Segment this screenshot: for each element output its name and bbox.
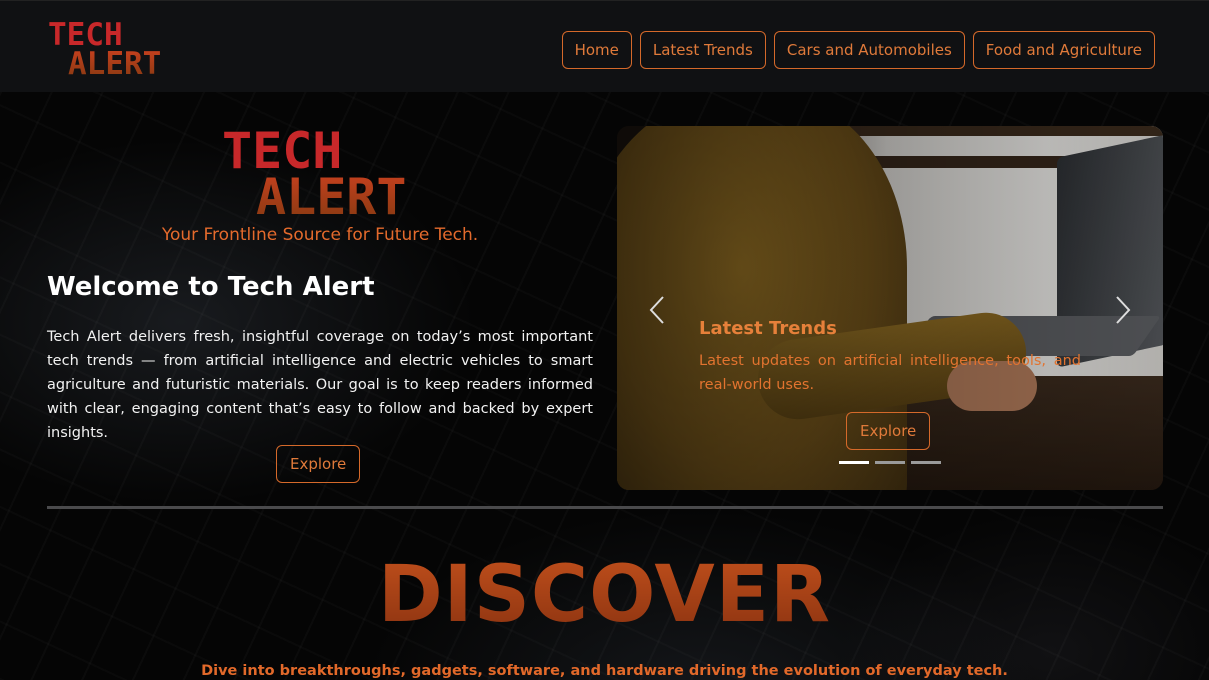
- carousel-indicator-3[interactable]: [911, 461, 941, 464]
- hero-heading: Welcome to Tech Alert: [47, 272, 375, 302]
- hero-logo: TECH ALERT: [222, 126, 407, 226]
- nav-cars-automobiles[interactable]: Cars and Automobiles: [773, 31, 965, 69]
- hero-description: Tech Alert delivers fresh, insightful co…: [47, 329, 593, 441]
- carousel-indicator-1[interactable]: [839, 461, 869, 464]
- discover-subtitle: Dive into breakthroughs, gadgets, softwa…: [201, 663, 1008, 679]
- carousel-prev-icon[interactable]: [642, 290, 672, 330]
- hero-explore-button[interactable]: Explore: [276, 445, 361, 483]
- hero-logo-line2: ALERT: [256, 168, 407, 226]
- carousel-indicators: [839, 461, 941, 464]
- nav-latest-trends[interactable]: Latest Trends: [639, 31, 766, 69]
- section-divider: [47, 506, 1163, 509]
- carousel-next-icon[interactable]: [1108, 290, 1138, 330]
- slide-title: Latest Trends: [699, 318, 837, 339]
- discover-title: DISCOVER: [0, 550, 1209, 640]
- slide-description: Latest updates on artificial intelligenc…: [699, 353, 1081, 393]
- logo-line2: ALERT: [68, 45, 162, 82]
- site-header: TECH ALERT Home Latest Trends Cars and A…: [0, 0, 1209, 92]
- main-nav: Home Latest Trends Cars and Automobiles …: [561, 31, 1155, 69]
- carousel-indicator-2[interactable]: [875, 461, 905, 464]
- slide-explore-button[interactable]: Explore: [846, 412, 931, 450]
- nav-home[interactable]: Home: [561, 31, 632, 69]
- trends-carousel: Latest Trends Latest updates on artifici…: [617, 126, 1163, 490]
- nav-food-agriculture[interactable]: Food and Agriculture: [972, 31, 1155, 69]
- hero-tagline: Your Frontline Source for Future Tech.: [161, 225, 479, 245]
- header-logo[interactable]: TECH ALERT: [48, 20, 162, 82]
